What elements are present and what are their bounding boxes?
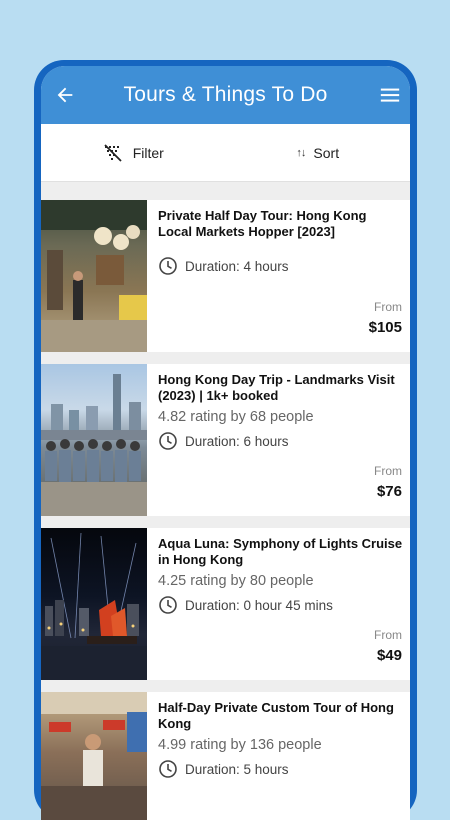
tour-card[interactable]: Half-Day Private Custom Tour of Hong Kon… — [41, 692, 410, 820]
tour-card[interactable]: Aqua Luna: Symphony of Lights Cruise in … — [41, 528, 410, 680]
tour-card[interactable]: Hong Kong Day Trip - Landmarks Visit (20… — [41, 364, 410, 516]
tour-title: Private Half Day Tour: Hong Kong Local M… — [158, 208, 367, 239]
back-button[interactable] — [51, 81, 79, 109]
tour-title: Half-Day Private Custom Tour of Hong Kon… — [158, 700, 394, 731]
tour-rating: 4.82 rating by 68 people — [158, 409, 314, 425]
tour-duration: Duration: 0 hour 45 mins — [158, 595, 404, 615]
duration-text: Duration: 5 hours — [185, 761, 289, 777]
clock-icon — [158, 431, 178, 451]
filter-sort-bar: Filter ↑↓ Sort — [41, 124, 410, 182]
price-block: From $76 — [374, 464, 402, 500]
tour-info: Half-Day Private Custom Tour of Hong Kon… — [147, 692, 410, 820]
tour-info: Private Half Day Tour: Hong Kong Local M… — [147, 200, 410, 352]
tour-card[interactable]: Private Half Day Tour: Hong Kong Local M… — [41, 200, 410, 352]
tour-rating: 4.25 rating by 80 people — [158, 573, 314, 589]
tour-price: $105 — [368, 319, 402, 336]
price-from-label: From — [374, 464, 402, 478]
tour-image — [41, 692, 147, 820]
price-from-label: From — [374, 628, 402, 642]
filter-label: Filter — [132, 144, 164, 161]
filter-button[interactable]: Filter — [41, 143, 226, 163]
sort-button[interactable]: ↑↓ Sort — [226, 145, 411, 161]
menu-button[interactable] — [376, 81, 404, 109]
price-block: From $105 — [369, 300, 402, 336]
tour-title: Hong Kong Day Trip - Landmarks Visit (20… — [158, 372, 395, 403]
page-title: Tours & Things To Do — [123, 83, 328, 106]
app-screen: Tours & Things To Do Filter ↑↓ Sort Priv… — [41, 66, 410, 820]
clock-icon — [158, 595, 178, 615]
phone-frame: Tours & Things To Do Filter ↑↓ Sort Priv… — [34, 60, 417, 820]
price-block: From $49 — [374, 628, 402, 664]
tour-info: Hong Kong Day Trip - Landmarks Visit (20… — [147, 364, 410, 516]
arrow-left-icon — [57, 87, 73, 103]
tour-image — [41, 364, 147, 516]
sort-icon: ↑↓ — [296, 146, 306, 159]
tour-info: Aqua Luna: Symphony of Lights Cruise in … — [147, 528, 410, 680]
tour-price: $76 — [376, 483, 402, 500]
filter-off-icon — [103, 143, 123, 163]
tour-image — [41, 528, 147, 680]
tour-duration: Duration: 5 hours — [158, 759, 404, 779]
tour-title: Aqua Luna: Symphony of Lights Cruise in … — [158, 536, 403, 567]
clock-icon — [158, 759, 178, 779]
app-bar: Tours & Things To Do — [41, 66, 410, 124]
sort-label: Sort — [313, 144, 340, 161]
price-from-label: From — [374, 300, 402, 314]
tour-list: Private Half Day Tour: Hong Kong Local M… — [41, 182, 410, 820]
hamburger-menu-icon — [380, 88, 400, 102]
duration-text: Duration: 4 hours — [185, 258, 289, 274]
tour-price: $49 — [376, 647, 402, 664]
tour-duration: Duration: 6 hours — [158, 431, 404, 451]
tour-duration: Duration: 4 hours — [158, 256, 404, 276]
duration-text: Duration: 0 hour 45 mins — [185, 597, 333, 613]
duration-text: Duration: 6 hours — [185, 433, 289, 449]
clock-icon — [158, 256, 178, 276]
tour-image — [41, 200, 147, 352]
tour-rating: 4.99 rating by 136 people — [158, 737, 322, 753]
